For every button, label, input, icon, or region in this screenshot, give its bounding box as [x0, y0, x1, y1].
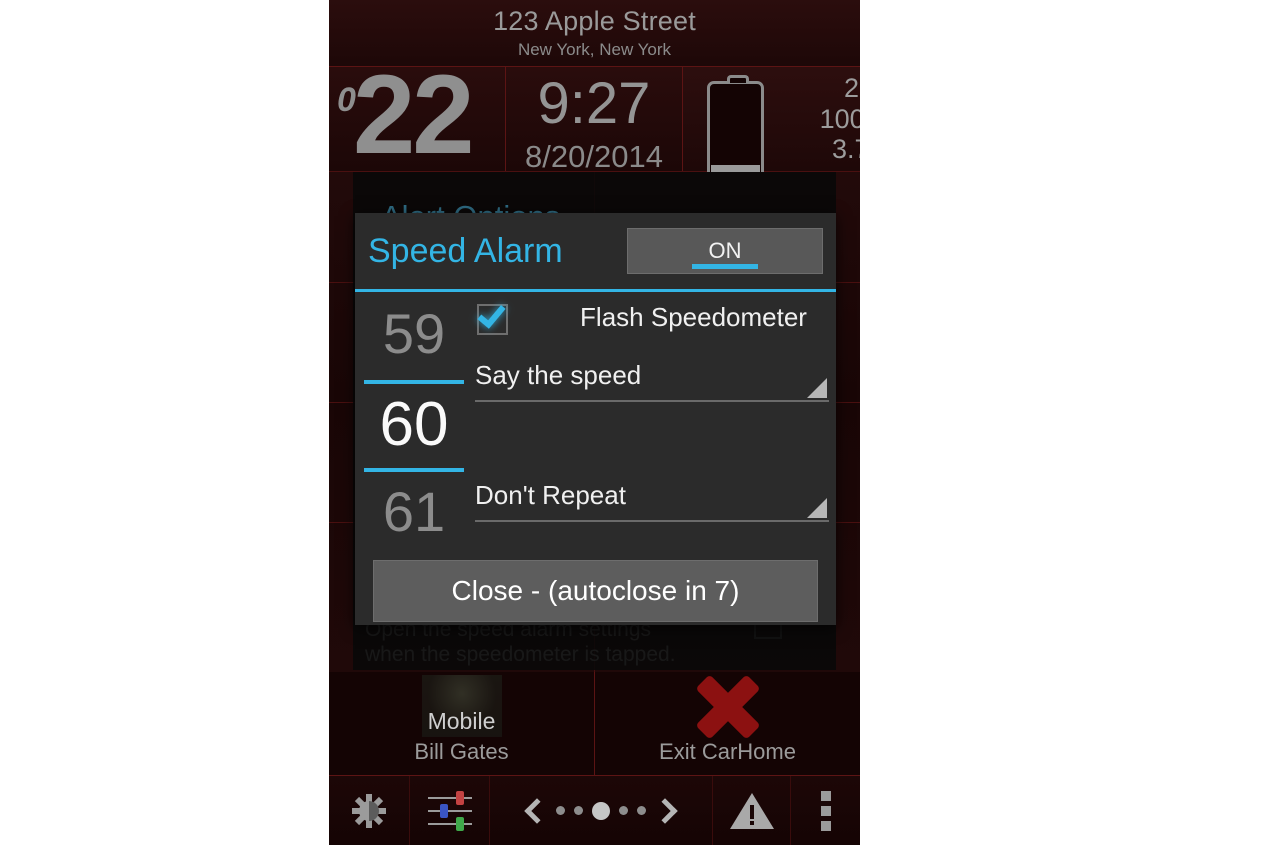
exit-x-icon: [690, 674, 766, 740]
page-dot[interactable]: [574, 806, 583, 815]
phone-screen: 123 Apple Street New York, New York 0 22…: [329, 0, 860, 845]
chevron-left-icon[interactable]: [524, 797, 550, 824]
speed-alarm-dialog: Speed Alarm ON 59 60 61 Flash Speedomete…: [355, 213, 836, 625]
toggle-indicator: [692, 264, 758, 269]
say-speed-spinner[interactable]: Say the speed: [475, 354, 829, 402]
tile-exit-carhome[interactable]: Exit CarHome: [594, 672, 860, 775]
clock-time: 9:27: [537, 71, 651, 136]
shortcut-tiles: Mobile Bill Gates Exit CarHome: [329, 672, 860, 775]
page-navigation: [489, 776, 712, 845]
spinner-triangle-icon: [807, 498, 827, 518]
picker-selected-value[interactable]: 60: [360, 394, 468, 456]
exit-carhome-label: Exit CarHome: [659, 739, 796, 764]
dialog-title: Speed Alarm: [368, 231, 563, 270]
overflow-menu-button[interactable]: [790, 776, 860, 845]
battery-icon: [707, 75, 764, 181]
speed-number-picker[interactable]: 59 60 61: [360, 292, 468, 542]
speedometer-tile[interactable]: 0 22: [329, 59, 506, 171]
flash-speedometer-label: Flash Speedometer: [580, 302, 807, 332]
battery-percent: 22%: [843, 73, 860, 103]
color-sliders-button[interactable]: [409, 776, 489, 845]
flash-speedometer-checkbox[interactable]: [477, 299, 508, 335]
picker-previous-value[interactable]: 59: [360, 306, 468, 362]
brightness-icon: [352, 793, 386, 828]
toggle-label: ON: [708, 238, 742, 263]
contact-name: Bill Gates: [414, 739, 509, 764]
address-line1: 123 Apple Street: [493, 6, 696, 36]
repeat-spinner[interactable]: Don't Repeat: [475, 474, 829, 522]
battery-temperature: 100.4°: [819, 103, 860, 134]
page-dots: [556, 801, 646, 820]
status-row: 0 22 9:27 8/20/2014 22% 100.4° 3.75v: [329, 59, 860, 181]
picker-next-value[interactable]: 61: [360, 484, 468, 540]
bottom-navbar: [329, 775, 860, 845]
battery-voltage: 3.75v: [831, 134, 860, 164]
dialog-footer: Close - (autoclose in 7): [355, 560, 836, 625]
speed-value: 22: [353, 52, 475, 177]
brightness-button[interactable]: [329, 776, 409, 845]
spinner-triangle-icon: [807, 378, 827, 398]
page-dot-active[interactable]: [592, 801, 610, 820]
warning-triangle-icon: [729, 792, 774, 829]
checkmark-icon: [477, 299, 506, 329]
dialog-header: Speed Alarm ON: [355, 213, 836, 292]
rgb-sliders-icon: [427, 790, 472, 831]
chevron-right-icon[interactable]: [652, 797, 678, 824]
close-button[interactable]: Close - (autoclose in 7): [373, 560, 818, 622]
overflow-menu-icon: [820, 790, 831, 831]
clock-tile[interactable]: 9:27 8/20/2014: [506, 67, 683, 174]
flash-speedometer-row[interactable]: Flash Speedometer: [477, 299, 825, 340]
clock-date: 8/20/2014: [525, 139, 663, 174]
picker-divider-bottom: [364, 468, 464, 472]
warning-button[interactable]: [712, 776, 790, 845]
tile-contact-bill-gates[interactable]: Mobile Bill Gates: [329, 672, 594, 775]
battery-nub: [727, 75, 749, 83]
battery-readout: 22% 100.4° 3.75v: [778, 73, 860, 165]
speed-alarm-toggle[interactable]: ON: [627, 228, 823, 274]
battery-tile[interactable]: 22% 100.4° 3.75v: [683, 67, 860, 181]
page-dot[interactable]: [556, 806, 565, 815]
picker-divider-top: [364, 380, 464, 384]
page-dot[interactable]: [619, 806, 628, 815]
contact-number-type: Mobile: [427, 708, 496, 734]
page-dot[interactable]: [637, 806, 646, 815]
repeat-value: Don't Repeat: [475, 480, 626, 510]
say-speed-value: Say the speed: [475, 360, 642, 390]
dialog-body: 59 60 61 Flash Speedometer Say the speed…: [355, 292, 836, 582]
